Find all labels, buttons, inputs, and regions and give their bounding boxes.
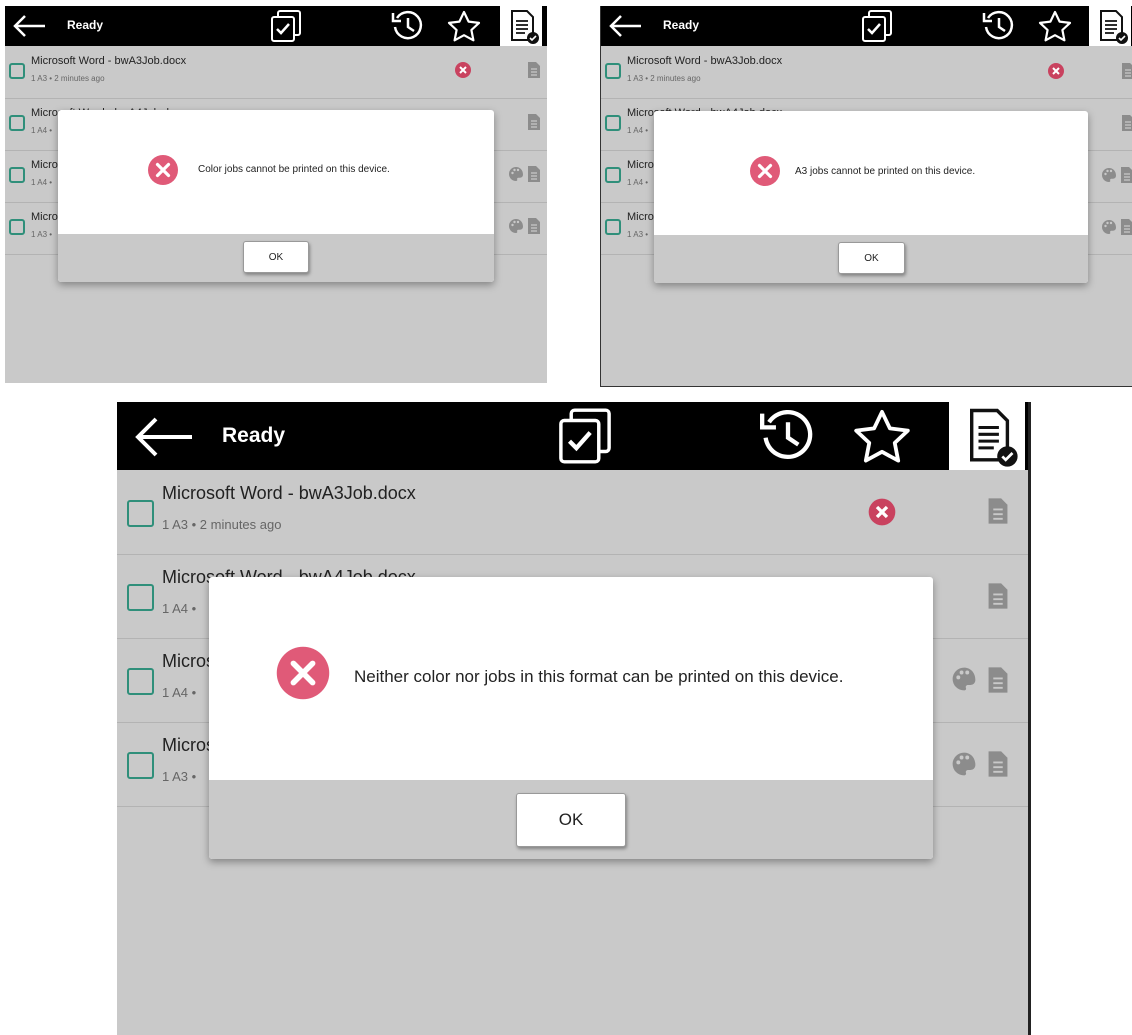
job-meta: 1 A4 • — [162, 685, 197, 700]
job-checkbox[interactable] — [605, 219, 621, 235]
top-bar: Ready — [5, 6, 547, 46]
document-icon — [1122, 63, 1132, 79]
screenshot-color-and-format-error: Ready Microsoft Word - bwA3Job.docx 1 A3… — [117, 402, 1031, 1035]
job-meta: 1 A3 • — [627, 230, 649, 239]
select-all-icon[interactable] — [268, 8, 304, 44]
job-meta: 1 A4 • — [627, 126, 649, 135]
document-icon — [528, 166, 540, 182]
palette-icon — [509, 167, 523, 181]
history-icon[interactable] — [757, 405, 819, 467]
job-checkbox[interactable] — [605, 115, 621, 131]
job-title: Micros — [162, 651, 215, 671]
status-text: Ready — [67, 18, 104, 32]
job-meta: 1 A4 • — [627, 178, 649, 187]
status-text: Ready — [222, 424, 286, 447]
document-check-icon — [970, 408, 1018, 467]
document-icon — [988, 751, 1008, 777]
error-icon — [1048, 63, 1064, 79]
top-bar: Ready — [601, 6, 1132, 46]
job-title: Microsoft Word - bwA3Job.docx — [162, 483, 416, 503]
document-check-icon — [1100, 10, 1128, 44]
job-meta: 1 A4 • — [31, 126, 53, 135]
screenshot-a3-error: Ready Microsoft Word - bwA3Job.docx 1 A3… — [600, 6, 1132, 387]
palette-icon — [952, 752, 976, 776]
palette-icon — [952, 667, 976, 691]
job-meta: 1 A4 • — [31, 178, 53, 187]
dialog-message: Color jobs cannot be printed on this dev… — [198, 164, 390, 175]
jobs-tab[interactable] — [1089, 6, 1131, 46]
error-icon — [868, 498, 896, 526]
document-icon — [988, 667, 1008, 693]
document-icon — [988, 498, 1008, 524]
palette-icon — [509, 219, 523, 233]
palette-icon — [1102, 168, 1116, 182]
error-icon — [455, 62, 471, 78]
error-icon — [148, 155, 178, 185]
job-checkbox[interactable] — [9, 115, 25, 131]
job-title: Micros — [162, 735, 215, 755]
back-arrow-icon[interactable] — [11, 13, 47, 39]
star-icon[interactable] — [851, 408, 913, 464]
job-meta: 1 A3 • — [162, 769, 197, 784]
select-all-icon[interactable] — [554, 405, 616, 467]
star-icon[interactable] — [446, 10, 482, 42]
document-icon — [528, 62, 540, 78]
job-checkbox[interactable] — [9, 63, 25, 79]
history-icon[interactable] — [390, 8, 426, 44]
error-dialog: Neither color nor jobs in this format ca… — [209, 577, 933, 859]
back-arrow-icon[interactable] — [132, 415, 194, 459]
back-arrow-icon[interactable] — [607, 13, 643, 39]
job-checkbox[interactable] — [127, 500, 154, 527]
jobs-tab[interactable] — [949, 402, 1025, 470]
document-icon — [1121, 167, 1132, 183]
job-title: Microsoft Word - bwA3Job.docx — [31, 55, 187, 67]
job-checkbox[interactable] — [127, 584, 154, 611]
job-checkbox[interactable] — [9, 167, 25, 183]
dialog-message: Neither color nor jobs in this format ca… — [354, 667, 844, 686]
status-text: Ready — [663, 18, 700, 32]
star-icon[interactable] — [1037, 10, 1073, 42]
job-meta: 1 A3 • 2 minutes ago — [31, 74, 105, 83]
error-icon — [276, 646, 330, 700]
document-check-icon — [511, 10, 539, 44]
job-row[interactable]: Microsoft Word - bwA3Job.docx 1 A3 • 2 m… — [117, 470, 1028, 555]
job-checkbox[interactable] — [127, 752, 154, 779]
document-icon — [528, 114, 540, 130]
top-bar: Ready — [117, 402, 1028, 470]
dialog-message: A3 jobs cannot be printed on this device… — [795, 166, 976, 177]
job-title: Microsoft Word - bwA3Job.docx — [627, 55, 783, 67]
error-dialog: A3 jobs cannot be printed on this device… — [654, 111, 1088, 283]
ok-button[interactable]: OK — [838, 242, 905, 274]
document-icon — [1122, 115, 1132, 131]
job-checkbox[interactable] — [605, 167, 621, 183]
error-icon — [750, 156, 780, 186]
palette-icon — [1102, 220, 1116, 234]
job-meta: 1 A3 • 2 minutes ago — [162, 517, 282, 532]
jobs-tab[interactable] — [500, 6, 542, 46]
job-meta: 1 A3 • — [31, 230, 53, 239]
job-row[interactable]: Microsoft Word - bwA3Job.docx 1 A3 • 2 m… — [601, 46, 1132, 99]
job-meta: 1 A3 • 2 minutes ago — [627, 74, 701, 83]
screenshot-color-error: Ready Microsoft Word - bwA3Job.docx 1 A3… — [5, 6, 547, 383]
document-icon — [528, 218, 540, 234]
document-icon — [988, 583, 1008, 609]
select-all-icon[interactable] — [859, 8, 895, 44]
job-row[interactable]: Microsoft Word - bwA3Job.docx 1 A3 • 2 m… — [5, 46, 547, 99]
job-checkbox[interactable] — [9, 219, 25, 235]
job-checkbox[interactable] — [127, 668, 154, 695]
error-dialog: Color jobs cannot be printed on this dev… — [58, 110, 494, 282]
ok-button[interactable]: OK — [243, 241, 309, 273]
document-icon — [1121, 219, 1132, 235]
job-checkbox[interactable] — [605, 63, 621, 79]
job-meta: 1 A4 • — [162, 601, 197, 616]
ok-button[interactable]: OK — [516, 793, 626, 847]
history-icon[interactable] — [981, 8, 1017, 44]
